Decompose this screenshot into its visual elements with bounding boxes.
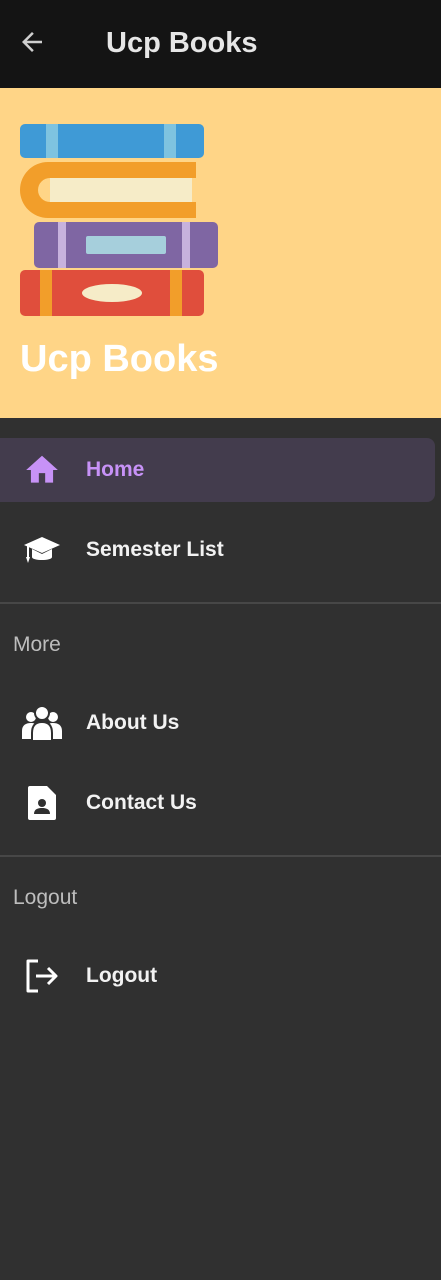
- drawer-header-title: Ucp Books: [20, 338, 219, 380]
- divider: [0, 602, 441, 604]
- home-icon: [20, 450, 64, 490]
- logout-icon: [20, 956, 64, 996]
- drawer-header: Ucp Books: [0, 88, 441, 418]
- section-header-logout: Logout: [13, 886, 78, 909]
- book-stack-icon: [20, 124, 218, 316]
- graduation-cap-icon: [20, 530, 64, 570]
- section-header-more: More: [13, 633, 61, 656]
- toolbar: Ucp Books: [0, 0, 441, 88]
- menu-item-semester-list[interactable]: Semester List: [0, 518, 441, 582]
- menu-item-label: Logout: [86, 964, 158, 987]
- menu-item-logout[interactable]: Logout: [0, 944, 441, 1008]
- menu-item-label: About Us: [86, 711, 180, 734]
- toolbar-title: Ucp Books: [106, 27, 258, 59]
- menu-item-contact-us[interactable]: Contact Us: [0, 771, 441, 835]
- menu-item-label: Semester List: [86, 538, 224, 561]
- menu-item-home[interactable]: Home: [0, 438, 435, 502]
- navigation-drawer-screen: Ucp Books Ucp Books Home Semester List M…: [0, 0, 441, 1280]
- contact-card-icon: [20, 783, 64, 823]
- back-button[interactable]: [10, 20, 54, 64]
- menu-item-label: Home: [86, 458, 145, 481]
- users-icon: [20, 703, 64, 743]
- menu-item-about-us[interactable]: About Us: [0, 691, 441, 755]
- divider: [0, 855, 441, 857]
- arrow-back-icon: [22, 32, 42, 52]
- menu-item-label: Contact Us: [86, 791, 197, 814]
